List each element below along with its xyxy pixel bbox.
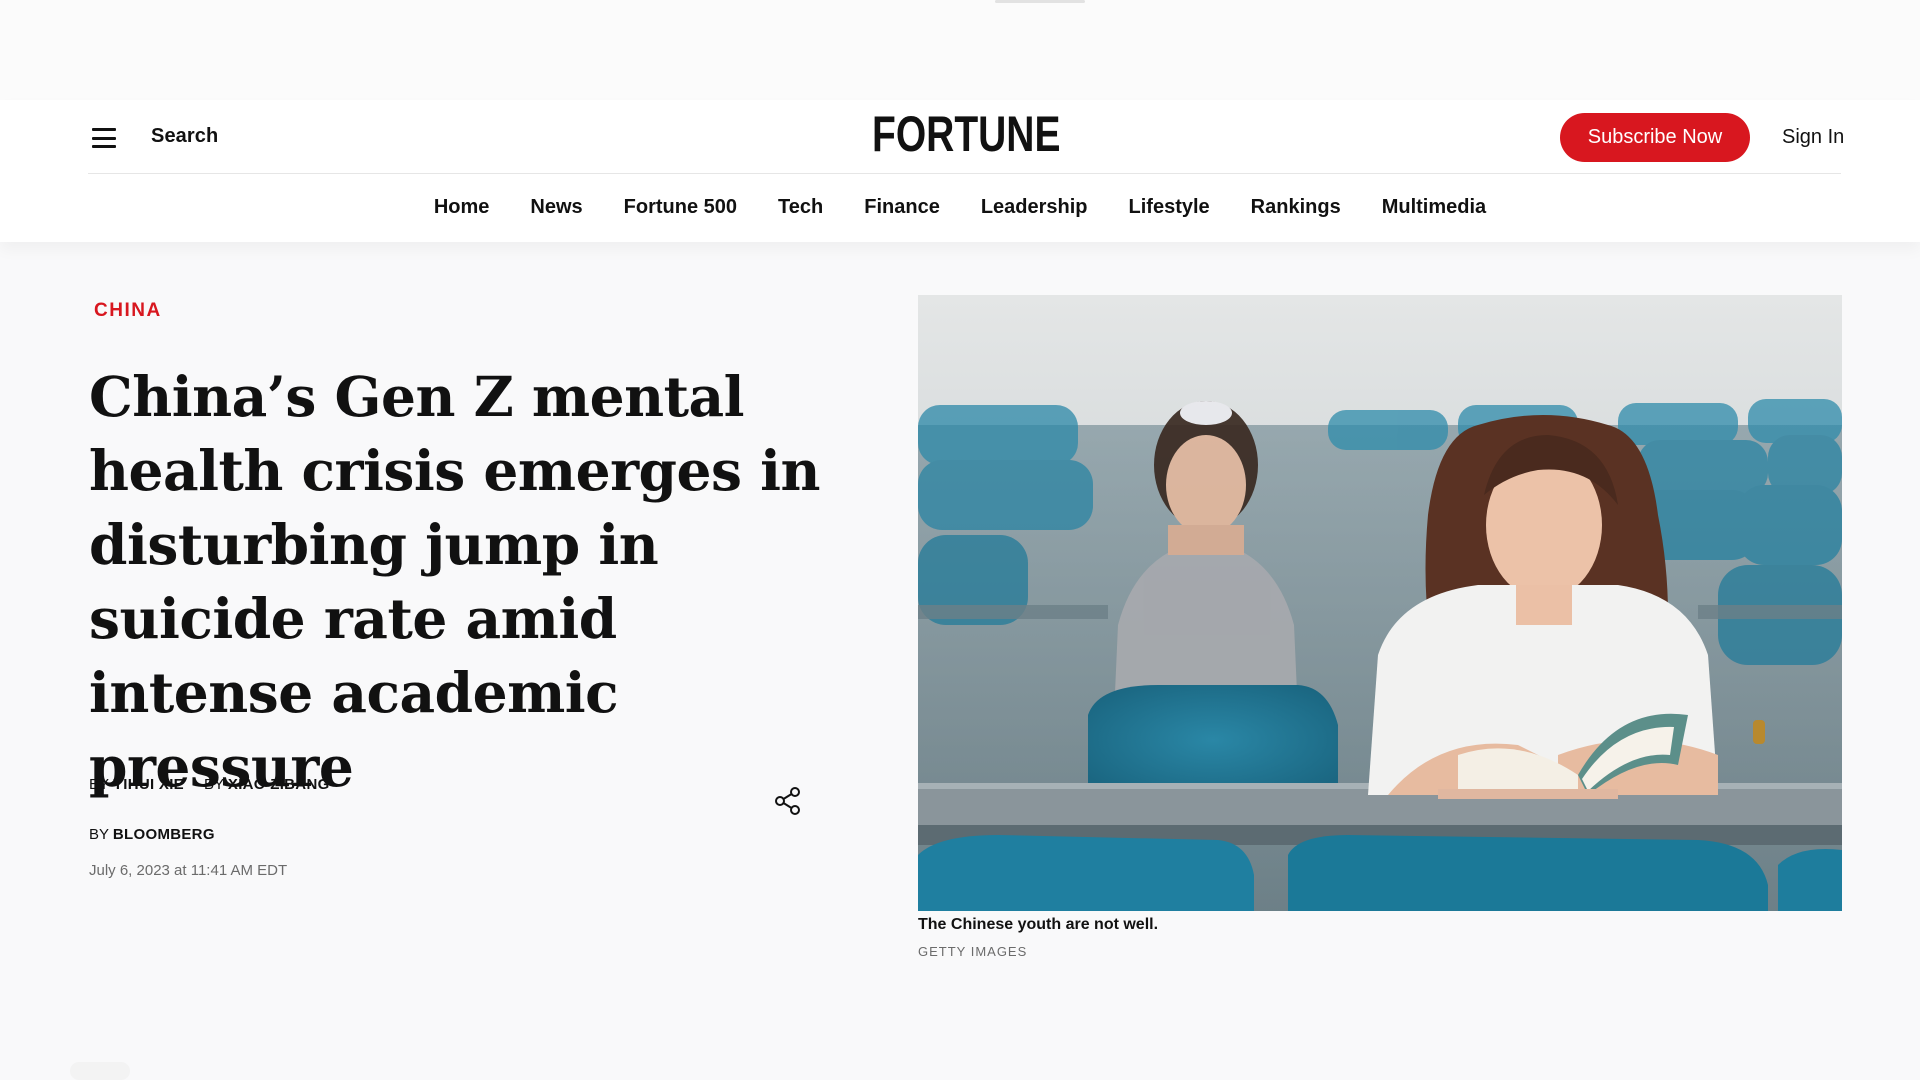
byline-row: By Yihui Xie By Xiao Zibang (89, 776, 330, 793)
nav-item-rankings[interactable]: Rankings (1251, 196, 1341, 219)
nav-item-home[interactable]: Home (434, 196, 490, 219)
article-category-link[interactable]: CHINA (94, 300, 162, 322)
subscribe-button[interactable]: Subscribe Now (1560, 113, 1750, 162)
byline-prefix: By (89, 776, 109, 793)
nav-item-lifestyle[interactable]: Lifestyle (1129, 196, 1210, 219)
hamburger-icon-bar (92, 145, 116, 148)
sign-in-link[interactable]: Sign In (1782, 126, 1844, 149)
publish-date: July 6, 2023 at 11:41 AM EDT (89, 862, 288, 879)
classroom-photo-illustration (918, 295, 1842, 911)
byline-prefix: By (89, 826, 109, 843)
nav-item-finance[interactable]: Finance (864, 196, 940, 219)
nav-item-leadership[interactable]: Leadership (981, 196, 1088, 219)
image-credit: Getty Images (918, 944, 1028, 959)
byline[interactable]: By Bloomberg (89, 826, 215, 843)
hamburger-menu-button[interactable] (92, 128, 116, 148)
share-icon[interactable] (773, 786, 803, 816)
byline-row: By Bloomberg (89, 826, 330, 843)
byline-prefix: By (203, 776, 224, 793)
top-scroll-mark (995, 0, 1085, 3)
byline-source-name[interactable]: Bloomberg (113, 826, 215, 843)
nav-item-tech[interactable]: Tech (778, 196, 823, 219)
main-navigation: Home News Fortune 500 Tech Finance Leade… (0, 196, 1920, 219)
nav-item-news[interactable]: News (530, 196, 582, 219)
image-caption: The Chinese youth are not well. (918, 916, 1159, 933)
hamburger-icon-bar (92, 128, 116, 131)
bottom-left-decoration (70, 1062, 130, 1080)
browser-top-area (0, 0, 1920, 100)
nav-item-multimedia[interactable]: Multimedia (1382, 196, 1486, 219)
article-hero-image (918, 295, 1842, 911)
fortune-logo[interactable]: FORTUNE (872, 108, 1060, 160)
article-bylines: By Yihui Xie By Xiao Zibang By Bloomberg (89, 776, 330, 843)
search-button[interactable]: Search (151, 125, 218, 148)
hamburger-icon-bar (92, 136, 116, 140)
byline[interactable]: By Yihui Xie (89, 776, 184, 793)
byline-author-name[interactable]: Yihui Xie (113, 776, 184, 793)
header-divider (88, 173, 1841, 174)
byline-author-name[interactable]: Xiao Zibang (228, 776, 330, 793)
article-headline: China’s Gen Z mental health crisis emerg… (89, 364, 820, 799)
nav-item-fortune-500[interactable]: Fortune 500 (624, 196, 737, 219)
byline[interactable]: By Xiao Zibang (204, 776, 330, 793)
